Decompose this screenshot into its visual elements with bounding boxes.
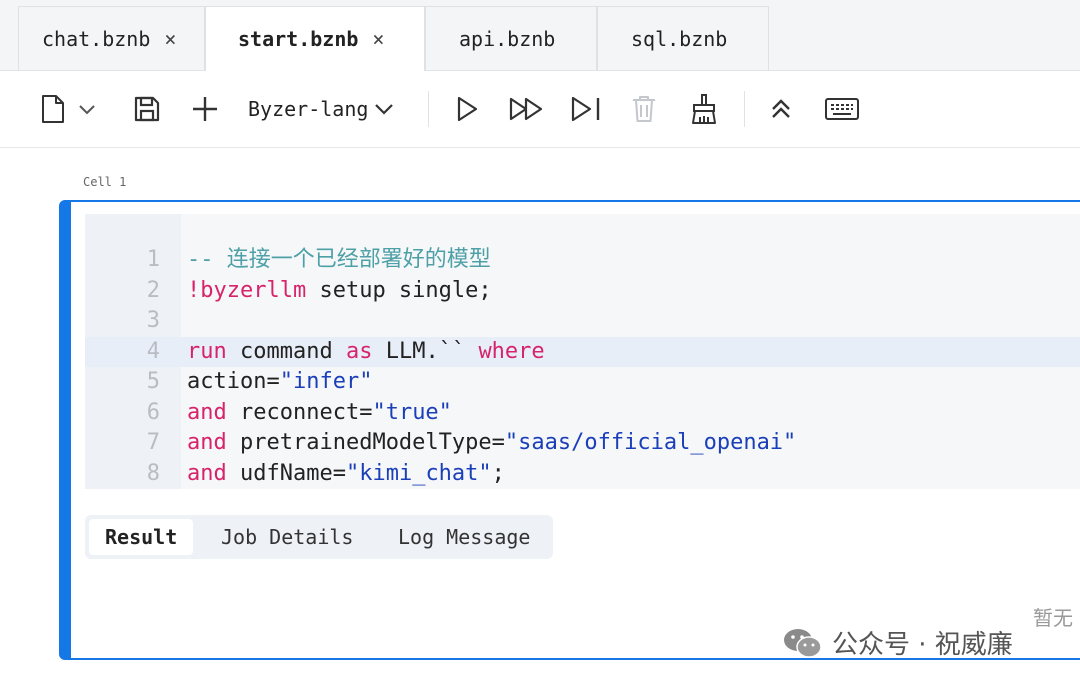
watermark-text: 公众号 · 祝威廉 — [832, 630, 1013, 660]
save-icon[interactable] — [131, 93, 163, 125]
tab-sql[interactable]: sql.bznb — [597, 6, 769, 70]
code-text: !byzerllm setup single; — [187, 276, 492, 307]
line-number: 6 — [146, 399, 160, 425]
code-token: pretrainedModelType= — [226, 430, 505, 455]
new-file-icon[interactable] — [38, 93, 68, 125]
close-icon[interactable]: × — [372, 27, 384, 51]
code-line[interactable]: 2 !byzerllm setup single; — [85, 276, 1080, 307]
code-token: setup single; — [306, 277, 492, 303]
code-line[interactable]: 6 and reconnect="true" — [85, 398, 1080, 429]
code-token: and — [187, 399, 227, 425]
keyboard-icon[interactable] — [823, 93, 861, 125]
line-number: 8 — [146, 460, 160, 486]
cell-label: Cell 1 — [83, 175, 127, 189]
code-token: action= — [187, 369, 280, 394]
tab-label: api.bznb — [459, 26, 556, 51]
chevron-down-icon — [375, 104, 394, 115]
code-token: "kimi_chat" — [345, 460, 492, 486]
run-icon[interactable] — [452, 93, 482, 125]
code-token: as — [345, 338, 373, 364]
run-all-icon[interactable] — [507, 93, 545, 125]
code-token: and — [187, 430, 227, 455]
tab-chat[interactable]: chat.bznb × — [18, 6, 205, 70]
delete-icon[interactable] — [629, 93, 659, 125]
code-text: action="infer" — [187, 367, 372, 398]
language-label: Byzer-lang — [248, 97, 369, 121]
code-text: run command as LLM.`` where — [187, 337, 545, 368]
code-line[interactable]: 4 run command as LLM.`` where — [85, 336, 1080, 368]
line-number: 4 — [146, 338, 160, 364]
tab-log-message[interactable]: Log Message — [398, 519, 530, 555]
code-token: ; — [491, 460, 505, 486]
line-number: 2 — [146, 277, 160, 303]
code-token: where — [478, 338, 545, 364]
line-number: 5 — [146, 369, 160, 394]
run-to-end-icon[interactable] — [569, 93, 603, 125]
code-token: run — [187, 338, 227, 364]
code-line[interactable]: 3 — [85, 306, 1080, 337]
clear-icon[interactable] — [688, 93, 720, 125]
code-text: -- 连接一个已经部署好的模型 — [187, 245, 491, 276]
code-token: reconnect= — [226, 399, 373, 425]
line-number: 7 — [146, 430, 160, 455]
watermark-side-text: 暂无 — [1033, 606, 1073, 630]
line-number: 1 — [146, 247, 160, 272]
code-line[interactable]: 8 and udfName="kimi_chat"; — [85, 459, 1080, 490]
tab-label: chat.bznb — [42, 26, 151, 51]
code-text: and pretrainedModelType="saas/official_o… — [187, 428, 796, 459]
code-token: "true" — [372, 399, 452, 425]
line-number: 3 — [146, 308, 160, 333]
code-token: udfName= — [226, 460, 346, 486]
watermark: 公众号 · 祝威廉 — [782, 624, 1013, 661]
language-select[interactable]: Byzer-lang — [248, 93, 400, 125]
tab-result[interactable]: Result — [89, 519, 194, 555]
code-text: and reconnect="true" — [187, 398, 452, 429]
code-token: and — [187, 460, 227, 486]
code-line[interactable]: 7 and pretrainedModelType="saas/official_… — [85, 428, 1080, 459]
code-token: "saas/official_openai" — [504, 430, 797, 455]
code-token: -- 连接一个已经部署好的模型 — [187, 247, 491, 272]
add-icon[interactable] — [189, 93, 221, 125]
toolbar-divider — [428, 91, 429, 127]
wechat-icon — [784, 628, 822, 658]
code-line[interactable]: 5 action="infer" — [85, 367, 1080, 398]
close-icon[interactable]: × — [164, 27, 176, 51]
tab-api[interactable]: api.bznb — [425, 6, 597, 70]
tab-start[interactable]: start.bznb × — [205, 6, 425, 71]
code-token: LLM.`` — [372, 338, 479, 364]
file-tab-bar: chat.bznb × start.bznb × api.bznb sql.bz… — [0, 0, 1080, 71]
collapse-icon[interactable] — [768, 93, 794, 125]
code-token: command — [226, 338, 346, 364]
code-text: and udfName="kimi_chat"; — [187, 459, 505, 490]
code-token: "infer" — [279, 369, 373, 394]
tab-job-details[interactable]: Job Details — [221, 519, 353, 555]
tab-label: start.bznb — [238, 27, 359, 51]
code-token: !byzerllm — [187, 277, 307, 303]
tab-label: sql.bznb — [631, 26, 728, 51]
chevron-down-icon[interactable] — [76, 93, 98, 125]
toolbar: Byzer-lang — [0, 71, 1080, 148]
result-tab-bar: Result Job Details Log Message — [85, 515, 553, 559]
code-line[interactable]: 1 -- 连接一个已经部署好的模型 — [85, 245, 1080, 276]
toolbar-divider — [744, 91, 745, 127]
